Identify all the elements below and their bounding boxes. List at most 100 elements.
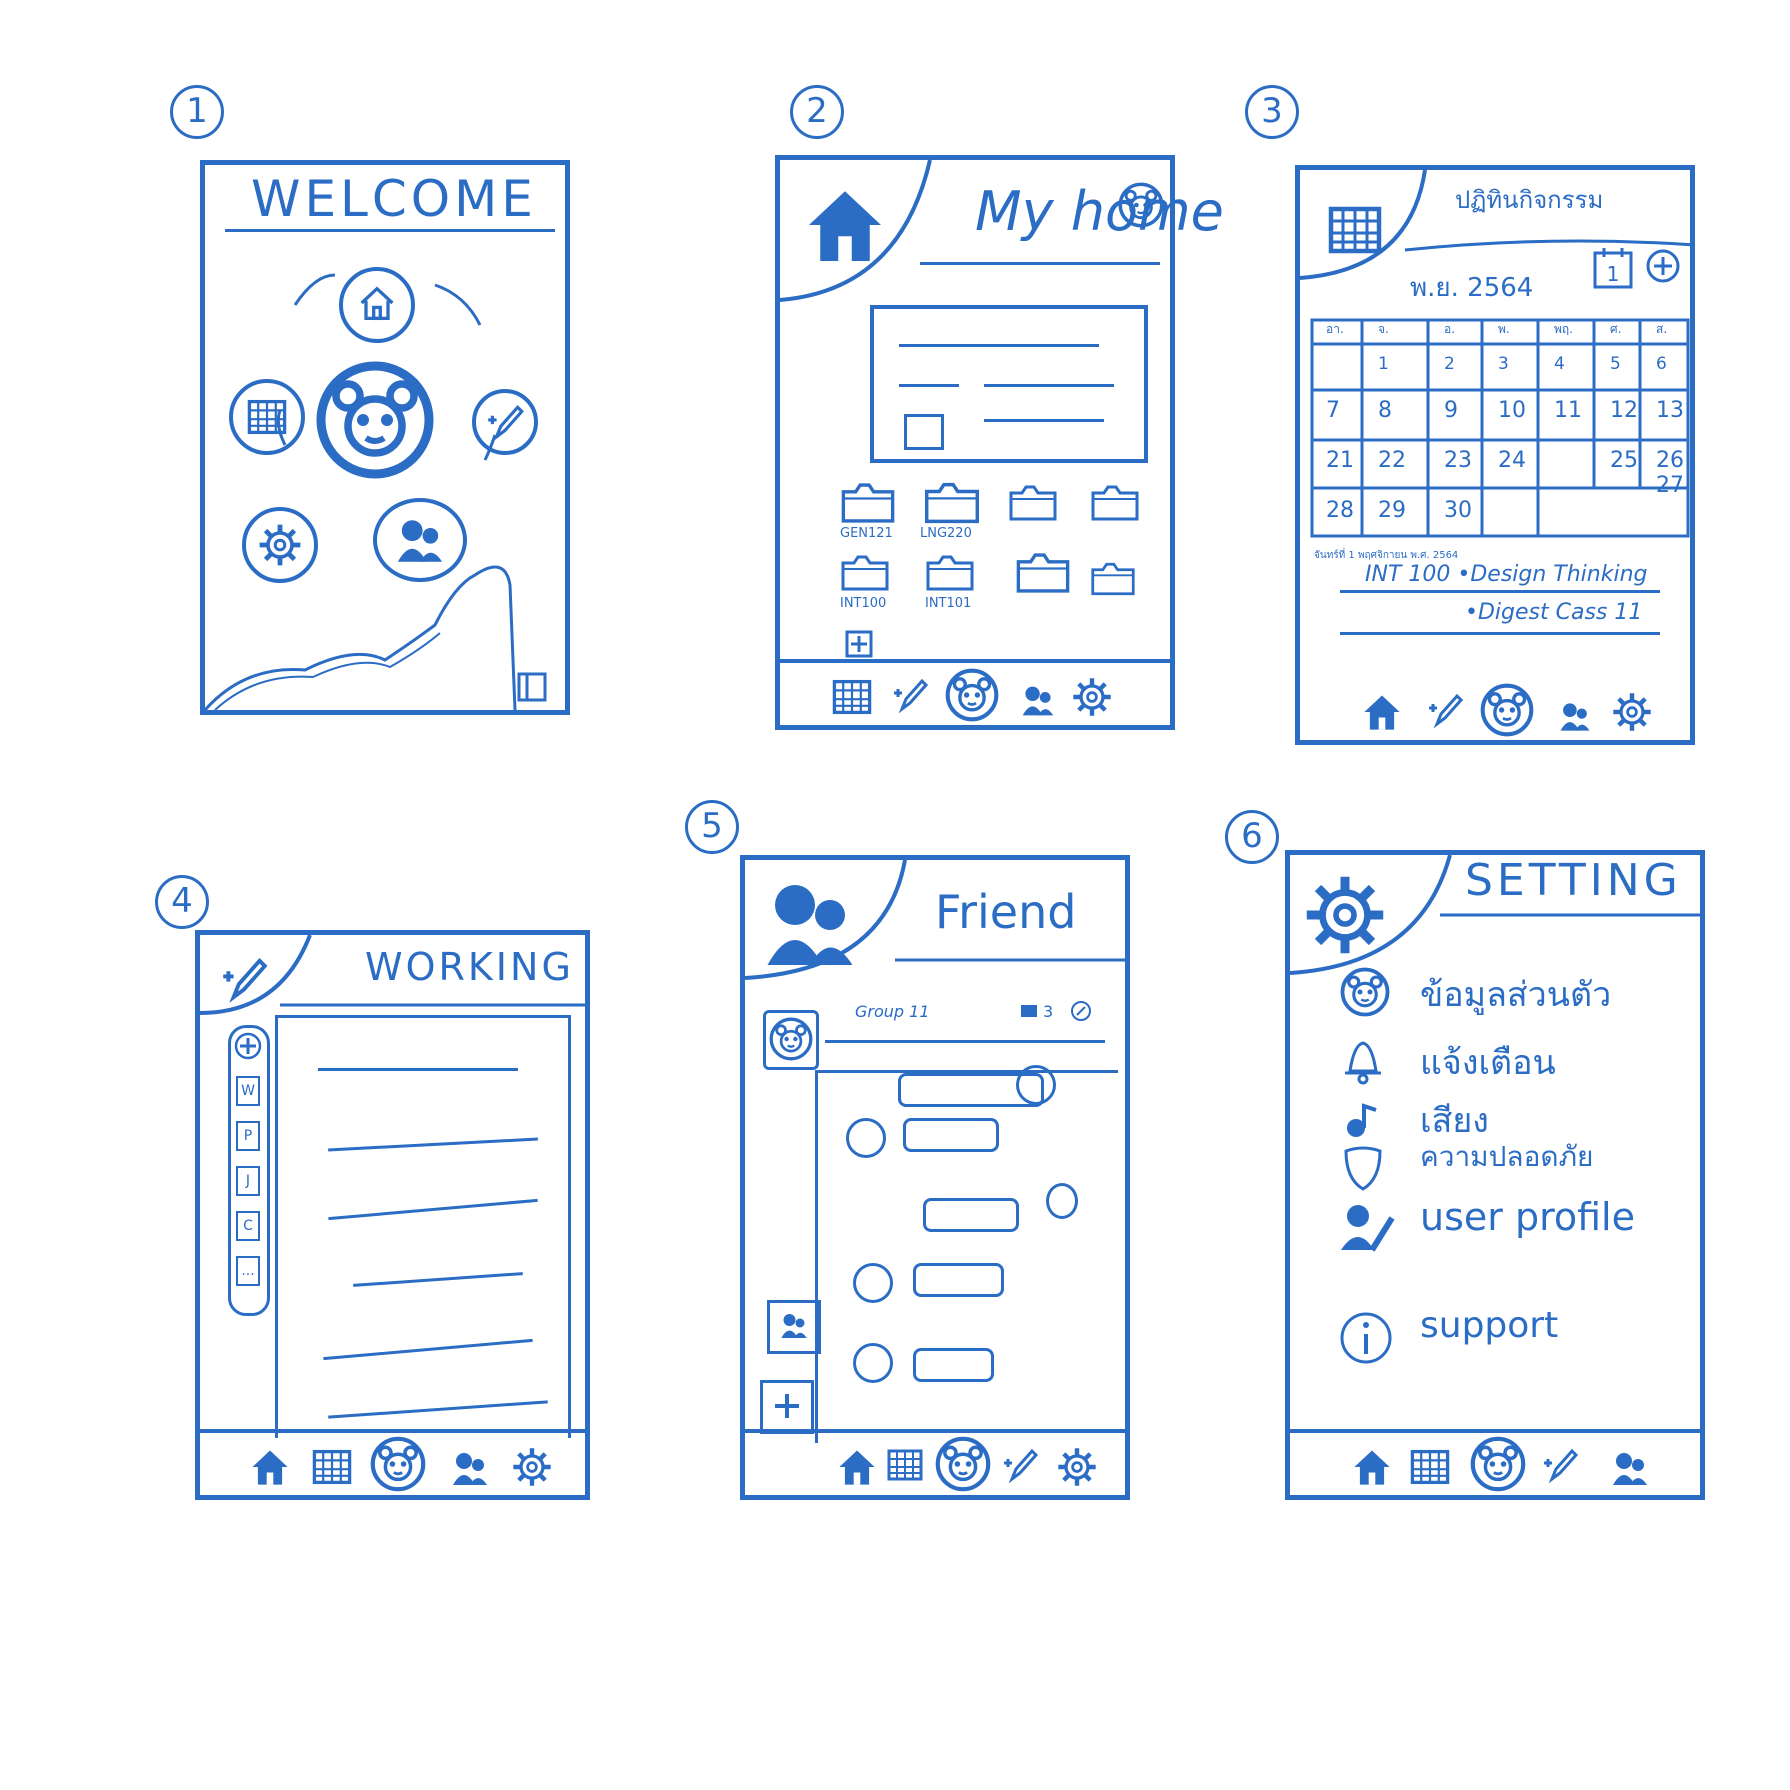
- folder-grid: GEN121 LNG220 INT100 INT101: [840, 480, 1160, 680]
- calendar-day[interactable]: 2: [1444, 354, 1455, 374]
- calendar-icon[interactable]: [885, 1445, 929, 1489]
- pencil-icon[interactable]: [890, 675, 934, 719]
- side-tab[interactable]: ...: [236, 1256, 260, 1286]
- group-name: Group 11: [855, 1002, 930, 1021]
- calendar-day[interactable]: 1: [1378, 354, 1389, 374]
- home-icon[interactable]: [1350, 1445, 1394, 1489]
- sketch-number-2: 2: [790, 85, 844, 139]
- sketch-number-1: 1: [170, 85, 224, 139]
- calendar-day[interactable]: 10: [1498, 398, 1526, 423]
- folder-item[interactable]: [1090, 558, 1150, 604]
- edit-group-icon[interactable]: [1070, 1000, 1092, 1022]
- add-contact-button[interactable]: [760, 1380, 814, 1434]
- calendar-day[interactable]: 7: [1326, 398, 1340, 423]
- month-label: พ.ย. 2564: [1410, 273, 1534, 303]
- working-screen: WORKING W P J C...: [195, 930, 590, 1500]
- sketch-number-6: 6: [1225, 810, 1279, 864]
- bear-mascot-icon[interactable]: [1470, 1436, 1526, 1492]
- add-tab-button[interactable]: [234, 1032, 262, 1060]
- setting-item-notification[interactable]: แจ้งเตือน: [1420, 1035, 1556, 1089]
- calendar-day[interactable]: 22: [1378, 448, 1406, 473]
- gear-icon[interactable]: [1070, 675, 1114, 719]
- bear-mascot-icon: [310, 360, 440, 480]
- setting-item-security[interactable]: ความปลอดภัย: [1420, 1135, 1593, 1179]
- calendar-icon[interactable]: [310, 1445, 354, 1489]
- folder-item[interactable]: GEN121: [840, 480, 910, 541]
- calendar-day[interactable]: 8: [1378, 398, 1392, 423]
- folder-item[interactable]: INT101: [925, 550, 995, 611]
- folder-item[interactable]: [1015, 550, 1075, 600]
- folder-item[interactable]: [1090, 480, 1150, 530]
- friend-avatar: [853, 1263, 893, 1303]
- calendar-day[interactable]: 9: [1444, 398, 1458, 423]
- friends-icon[interactable]: [1020, 683, 1056, 719]
- home-icon[interactable]: [835, 1445, 879, 1489]
- folder-item[interactable]: INT100: [840, 550, 910, 611]
- folder-item[interactable]: LNG220: [920, 480, 990, 541]
- friends-icon[interactable]: [450, 1449, 490, 1489]
- pencil-icon[interactable]: [1540, 1445, 1584, 1489]
- bear-mascot-icon[interactable]: [370, 1436, 426, 1492]
- calendar-icon[interactable]: [227, 377, 307, 457]
- contact-avatar[interactable]: [767, 1300, 821, 1354]
- date-picker-icon[interactable]: 1: [1592, 245, 1634, 291]
- gear-icon[interactable]: [510, 1445, 554, 1489]
- setting-title: SETTING: [1465, 855, 1682, 906]
- event-item[interactable]: INT 100 •Design Thinking: [1365, 562, 1648, 587]
- weekday-header: ศ.: [1610, 322, 1622, 336]
- calendar-day[interactable]: 12: [1610, 398, 1638, 423]
- setting-item-support[interactable]: support: [1420, 1305, 1558, 1346]
- sketch-number-3: 3: [1245, 85, 1299, 139]
- group-avatar[interactable]: [763, 1010, 819, 1070]
- gear-icon[interactable]: [1610, 690, 1654, 734]
- calendar-day[interactable]: 6: [1656, 354, 1667, 374]
- document-editor[interactable]: [275, 1015, 571, 1438]
- pencil-icon[interactable]: [470, 387, 540, 457]
- add-folder-button[interactable]: [845, 630, 873, 658]
- folder-item[interactable]: [1008, 480, 1068, 530]
- calendar-day[interactable]: 28: [1326, 498, 1354, 523]
- video-call-icon[interactable]: [1020, 1004, 1038, 1018]
- side-tab[interactable]: J: [236, 1166, 260, 1196]
- calendar-day[interactable]: 29: [1378, 498, 1406, 523]
- calendar-day[interactable]: 26 27: [1656, 448, 1690, 498]
- side-tab[interactable]: C: [236, 1211, 260, 1241]
- calendar-day[interactable]: 23: [1444, 448, 1472, 473]
- calendar-day[interactable]: 13: [1656, 398, 1684, 423]
- calendar-day[interactable]: 11: [1554, 398, 1582, 423]
- calendar-day[interactable]: 5: [1610, 354, 1621, 374]
- friends-icon[interactable]: [1558, 700, 1592, 734]
- friend-avatar: [1016, 1065, 1056, 1105]
- calendar-icon[interactable]: [1408, 1445, 1452, 1489]
- weekday-header: อา.: [1326, 322, 1344, 336]
- bottom-nav: [780, 659, 1170, 725]
- pencil-icon[interactable]: [1000, 1445, 1044, 1489]
- calendar-day[interactable]: 30: [1444, 498, 1472, 523]
- home-icon[interactable]: [1360, 690, 1404, 734]
- calendar-day[interactable]: 4: [1554, 354, 1565, 374]
- feature-card[interactable]: [870, 305, 1148, 463]
- calendar-icon[interactable]: [830, 675, 874, 719]
- add-event-button[interactable]: [1645, 248, 1681, 284]
- home-icon[interactable]: [337, 265, 417, 345]
- bear-mascot-icon[interactable]: [935, 1436, 991, 1492]
- member-count: 3: [1043, 1002, 1054, 1021]
- event-item[interactable]: •Digest Cass 11: [1465, 600, 1642, 625]
- calendar-day[interactable]: 24: [1498, 448, 1526, 473]
- bear-mascot-icon[interactable]: [1480, 683, 1534, 737]
- side-tab[interactable]: W: [236, 1076, 260, 1106]
- user-profile-icon: [1341, 1205, 1395, 1252]
- calendar-day[interactable]: 25: [1610, 448, 1638, 473]
- weekday-header: พ.: [1498, 322, 1510, 336]
- calendar-day[interactable]: 3: [1498, 354, 1509, 374]
- exit-door-icon[interactable]: [515, 670, 549, 704]
- friends-icon[interactable]: [1610, 1449, 1650, 1489]
- setting-item-personal[interactable]: ข้อมูลส่วนตัว: [1420, 967, 1611, 1021]
- bear-mascot-icon[interactable]: [945, 668, 999, 722]
- side-tab[interactable]: P: [236, 1121, 260, 1151]
- home-icon[interactable]: [248, 1445, 292, 1489]
- setting-item-user-profile[interactable]: user profile: [1420, 1195, 1635, 1239]
- gear-icon[interactable]: [1055, 1445, 1099, 1489]
- calendar-day[interactable]: 21: [1326, 448, 1354, 473]
- pencil-icon[interactable]: [1425, 690, 1469, 734]
